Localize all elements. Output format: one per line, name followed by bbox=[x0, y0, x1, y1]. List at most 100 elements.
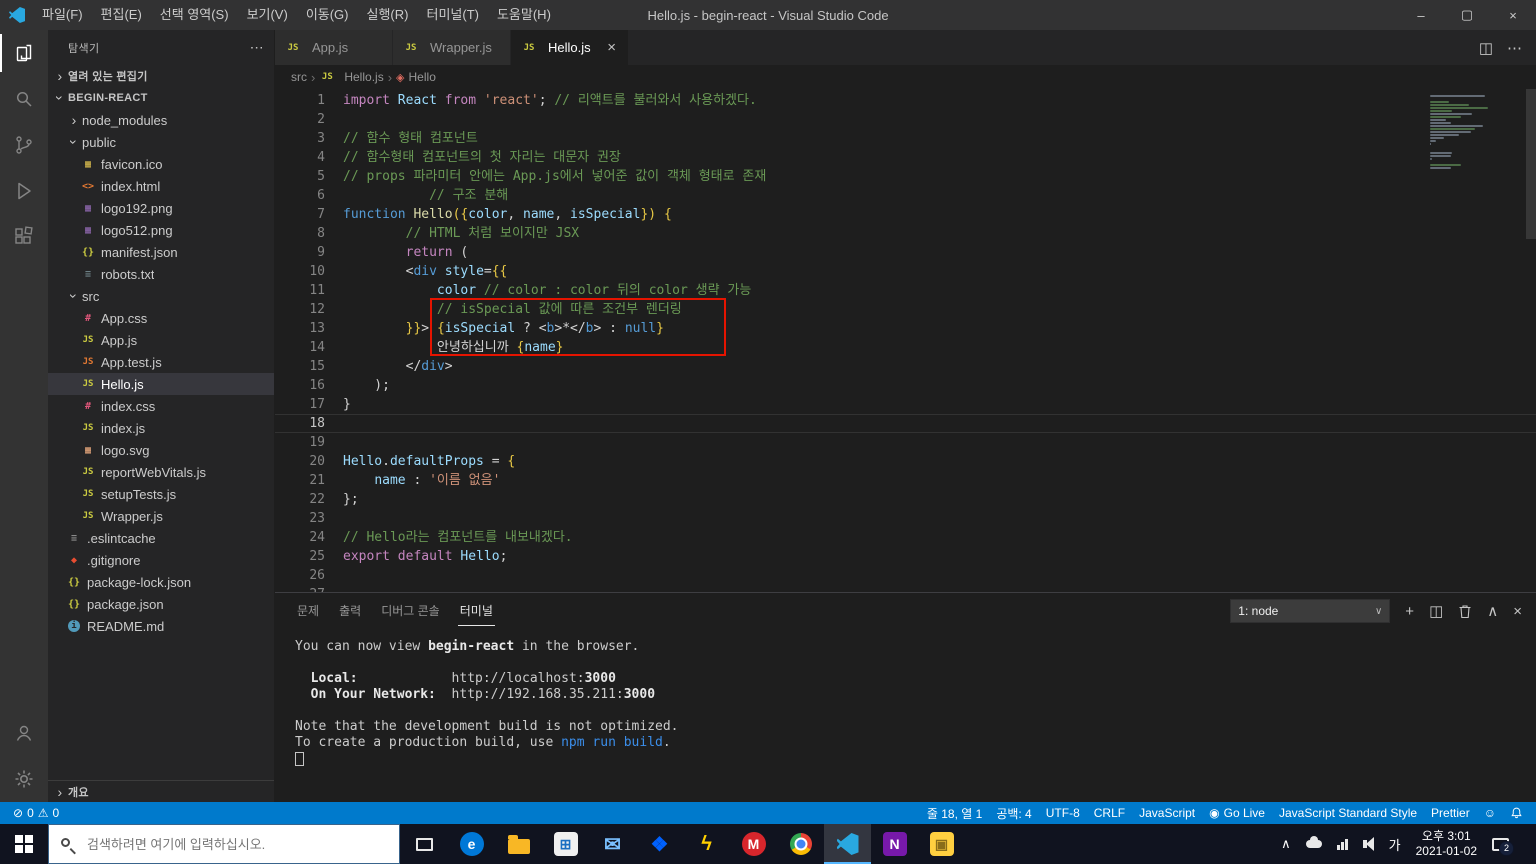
search-input[interactable] bbox=[48, 824, 400, 864]
tree-item-logo512.png[interactable]: ▦ logo512.png bbox=[48, 219, 274, 241]
lightning-app-icon[interactable]: ϟ bbox=[683, 824, 730, 864]
close-panel-icon[interactable]: × bbox=[1513, 604, 1522, 619]
account-icon[interactable] bbox=[0, 710, 48, 756]
network-icon[interactable] bbox=[1336, 838, 1348, 850]
tree-item-App.test.js[interactable]: JS App.test.js bbox=[48, 351, 274, 373]
kill-terminal-icon[interactable] bbox=[1458, 604, 1472, 619]
action-center-icon[interactable]: 2 bbox=[1492, 837, 1514, 856]
security-app-icon[interactable]: M bbox=[730, 824, 777, 864]
onenote-icon[interactable]: N bbox=[871, 824, 918, 864]
more-actions-icon[interactable]: ⋯ bbox=[250, 39, 264, 56]
yellow-app-icon[interactable]: ▣ bbox=[918, 824, 965, 864]
tree-item-public[interactable]: › public bbox=[48, 131, 274, 153]
tree-item-index.js[interactable]: JS index.js bbox=[48, 417, 274, 439]
menu-item-4[interactable]: 이동(G) bbox=[297, 0, 358, 30]
extensions-icon[interactable] bbox=[0, 214, 48, 260]
menu-item-1[interactable]: 편집(E) bbox=[92, 0, 151, 30]
terminal-shell-selector[interactable]: 1: node ∨ bbox=[1230, 599, 1391, 623]
tree-item-Hello.js[interactable]: JS Hello.js bbox=[48, 373, 274, 395]
menu-item-6[interactable]: 터미널(T) bbox=[417, 0, 487, 30]
outline-section[interactable]: › 개요 bbox=[48, 780, 274, 802]
panel-tab-1[interactable]: 출력 bbox=[337, 596, 363, 626]
tree-item-logo.svg[interactable]: ▦ logo.svg bbox=[48, 439, 274, 461]
tree-item-.eslintcache[interactable]: ≡ .eslintcache bbox=[48, 527, 274, 549]
dropbox-icon[interactable]: ❖ bbox=[636, 824, 683, 864]
tree-item-robots.txt[interactable]: ≡ robots.txt bbox=[48, 263, 274, 285]
code-line-10[interactable]: 10 <div style={{ bbox=[275, 262, 1536, 281]
code-line-5[interactable]: 5 // props 파라미터 안에는 App.js에서 넣어준 값이 객체 형태… bbox=[275, 167, 1536, 186]
clock[interactable]: 오후 3:01 2021-01-02 bbox=[1416, 829, 1477, 859]
tree-item-node_modules[interactable]: › node_modules bbox=[48, 109, 274, 131]
maximize-button[interactable]: ▢ bbox=[1444, 0, 1490, 30]
mail-icon[interactable]: ✉ bbox=[589, 824, 636, 864]
status-indentation[interactable]: 공백: 4 bbox=[989, 802, 1038, 824]
tree-item-package.json[interactable]: {} package.json bbox=[48, 593, 274, 615]
problems-indicator[interactable]: ⊘ 0 ⚠ 0 bbox=[6, 802, 66, 824]
chrome-icon[interactable] bbox=[777, 824, 824, 864]
open-editors-section[interactable]: › 열려 있는 편집기 bbox=[48, 65, 274, 87]
code-line-20[interactable]: 20 Hello.defaultProps = { bbox=[275, 452, 1536, 471]
task-view-button[interactable] bbox=[400, 824, 448, 864]
code-line-12[interactable]: 12 // isSpecial 값에 따른 조건부 렌더링 bbox=[275, 300, 1536, 319]
minimap[interactable] bbox=[1430, 95, 1520, 175]
feedback-icon[interactable]: ☺ bbox=[1477, 802, 1503, 824]
split-editor-icon[interactable]: ◫ bbox=[1479, 39, 1493, 57]
code-line-8[interactable]: 8 // HTML 처럼 보이지만 JSX bbox=[275, 224, 1536, 243]
code-line-15[interactable]: 15 </div> bbox=[275, 357, 1536, 376]
ime-indicator[interactable]: 가 bbox=[1389, 835, 1401, 854]
tree-item-setupTests.js[interactable]: JS setupTests.js bbox=[48, 483, 274, 505]
tab-Wrapper.js[interactable]: JS Wrapper.js bbox=[393, 30, 511, 65]
breadcrumb-item[interactable]: Hello bbox=[409, 70, 436, 84]
settings-gear-icon[interactable] bbox=[0, 756, 48, 802]
project-root-section[interactable]: › BEGIN-REACT bbox=[48, 87, 274, 109]
vscode-icon[interactable] bbox=[824, 824, 871, 864]
code-line-6[interactable]: 6 // 구조 분해 bbox=[275, 186, 1536, 205]
code-line-16[interactable]: 16 ); bbox=[275, 376, 1536, 395]
edge-icon[interactable]: e bbox=[448, 824, 495, 864]
hidden-icons-chevron[interactable]: ∧ bbox=[1281, 836, 1291, 852]
code-line-9[interactable]: 9 return ( bbox=[275, 243, 1536, 262]
more-actions-icon[interactable]: ⋯ bbox=[1507, 39, 1522, 57]
status-go-live[interactable]: ◉ Go Live bbox=[1202, 802, 1272, 824]
tree-item-src[interactable]: › src bbox=[48, 285, 274, 307]
code-editor[interactable]: 1 import React from 'react'; // 리액트를 불러와서… bbox=[275, 89, 1536, 592]
code-line-27[interactable]: 27 bbox=[275, 585, 1536, 592]
status-cursor-position[interactable]: 줄 18, 열 1 bbox=[920, 802, 989, 824]
code-line-7[interactable]: 7 function Hello({color, name, isSpecial}… bbox=[275, 205, 1536, 224]
status-js-standard-style[interactable]: JavaScript Standard Style bbox=[1272, 802, 1424, 824]
source-control-icon[interactable] bbox=[0, 122, 48, 168]
menu-item-7[interactable]: 도움말(H) bbox=[488, 0, 560, 30]
taskbar-search[interactable] bbox=[48, 824, 400, 864]
code-line-1[interactable]: 1 import React from 'react'; // 리액트를 불러와서… bbox=[275, 91, 1536, 110]
bell-icon[interactable] bbox=[1503, 802, 1530, 824]
split-terminal-icon[interactable]: ◫ bbox=[1429, 604, 1443, 619]
status-prettier[interactable]: Prettier bbox=[1424, 802, 1477, 824]
menu-item-2[interactable]: 선택 영역(S) bbox=[151, 0, 238, 30]
panel-tab-2[interactable]: 디버그 콘솔 bbox=[379, 596, 442, 626]
status-eol[interactable]: CRLF bbox=[1087, 802, 1132, 824]
tree-item-index.css[interactable]: # index.css bbox=[48, 395, 274, 417]
run-debug-icon[interactable] bbox=[0, 168, 48, 214]
code-line-21[interactable]: 21 name : '이름 없음' bbox=[275, 471, 1536, 490]
tree-item-.gitignore[interactable]: ◆ .gitignore bbox=[48, 549, 274, 571]
menu-item-5[interactable]: 실행(R) bbox=[358, 0, 418, 30]
tree-item-index.html[interactable]: <> index.html bbox=[48, 175, 274, 197]
terminal-output[interactable]: You can now view begin-react in the brow… bbox=[275, 629, 1536, 802]
new-terminal-icon[interactable]: + bbox=[1405, 604, 1414, 619]
status-encoding[interactable]: UTF-8 bbox=[1039, 802, 1087, 824]
start-button[interactable] bbox=[0, 824, 48, 864]
store-icon[interactable]: ⊞ bbox=[542, 824, 589, 864]
volume-icon[interactable] bbox=[1362, 837, 1374, 851]
minimize-button[interactable]: – bbox=[1398, 0, 1444, 30]
tree-item-reportWebVitals.js[interactable]: JS reportWebVitals.js bbox=[48, 461, 274, 483]
code-line-17[interactable]: 17} bbox=[275, 395, 1536, 414]
code-line-22[interactable]: 22}; bbox=[275, 490, 1536, 509]
menu-item-0[interactable]: 파일(F) bbox=[33, 0, 92, 30]
file-explorer-icon[interactable] bbox=[495, 824, 542, 864]
tree-item-App.js[interactable]: JS App.js bbox=[48, 329, 274, 351]
code-line-4[interactable]: 4 // 함수형태 컴포넌트의 첫 자리는 대문자 권장 bbox=[275, 148, 1536, 167]
code-line-25[interactable]: 25 export default Hello; bbox=[275, 547, 1536, 566]
code-line-18[interactable]: 18 bbox=[275, 414, 1536, 433]
maximize-panel-icon[interactable]: ∧ bbox=[1487, 604, 1498, 619]
onedrive-icon[interactable] bbox=[1305, 836, 1322, 848]
